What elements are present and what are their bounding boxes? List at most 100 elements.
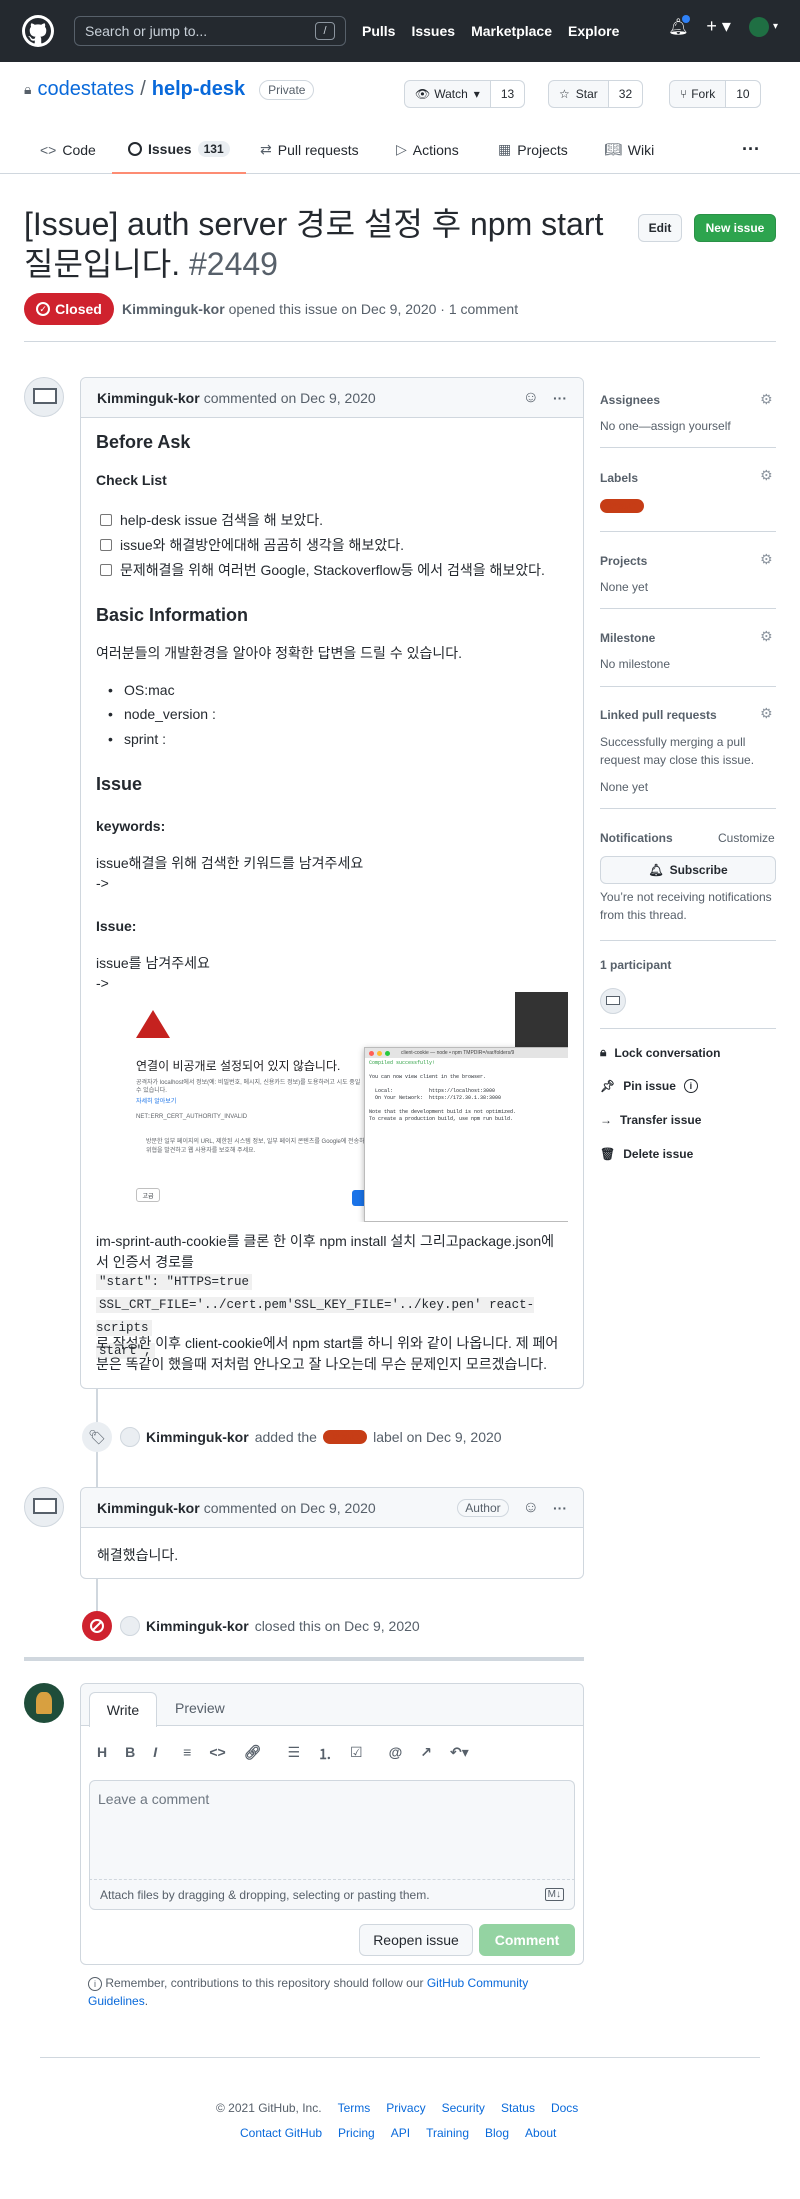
footer-link[interactable]: Pricing bbox=[338, 2126, 375, 2140]
italic-icon[interactable]: I bbox=[153, 1744, 157, 1764]
footer-link[interactable]: About bbox=[525, 2126, 556, 2140]
label-badge[interactable]: Issue bbox=[600, 496, 645, 513]
comment-button[interactable]: Comment bbox=[479, 1924, 575, 1956]
heading-icon[interactable]: H bbox=[97, 1744, 107, 1764]
footer-link[interactable]: API bbox=[391, 2126, 410, 2140]
footer-link[interactable]: Security bbox=[442, 2101, 485, 2115]
kebab-menu-icon[interactable]: ··· bbox=[553, 390, 567, 406]
footer-link[interactable]: Training bbox=[426, 2126, 469, 2140]
avatar[interactable] bbox=[24, 1487, 64, 1527]
issue-author[interactable]: Kimminguk-kor bbox=[122, 301, 225, 317]
kebab-menu-icon[interactable]: ··· bbox=[553, 1500, 567, 1516]
assignees-text[interactable]: No one—assign yourself bbox=[600, 419, 731, 433]
fork-button-group: ⑂ Fork 10 bbox=[669, 80, 761, 108]
repo-name-link[interactable]: help-desk bbox=[152, 78, 245, 101]
watch-label: Watch bbox=[434, 87, 468, 101]
milestone-heading[interactable]: Milestone bbox=[600, 631, 655, 645]
comment-meta: commented on Dec 9, 2020 bbox=[203, 1499, 376, 1516]
github-logo-icon[interactable] bbox=[22, 15, 54, 47]
nav-explore[interactable]: Explore bbox=[568, 23, 619, 39]
smiley-icon[interactable]: ☺ bbox=[523, 1499, 539, 1517]
gear-icon[interactable]: ⚙ bbox=[760, 705, 773, 722]
task-list-icon[interactable]: ☑ bbox=[350, 1744, 363, 1764]
checklist-item: help-desk issue 검색을 해 보았다. bbox=[100, 510, 323, 530]
customize-link[interactable]: Customize bbox=[718, 831, 775, 845]
footer-link[interactable]: Terms bbox=[338, 2101, 371, 2115]
footer-link[interactable]: Docs bbox=[551, 2101, 578, 2115]
event-author[interactable]: Kimminguk-kor bbox=[146, 1429, 249, 1445]
tab-projects[interactable]: ▦ Projects bbox=[498, 125, 568, 174]
comment-author[interactable]: Kimminguk-kor bbox=[97, 1500, 200, 1516]
bold-icon[interactable]: B bbox=[125, 1744, 135, 1764]
watch-button[interactable]: 👁︎ Watch ▾ bbox=[405, 81, 490, 107]
code-icon[interactable]: <> bbox=[209, 1744, 225, 1764]
plus-dropdown-icon[interactable]: + ▾ bbox=[706, 16, 731, 37]
gear-icon[interactable]: ⚙ bbox=[760, 467, 773, 484]
comment-author[interactable]: Kimminguk-kor bbox=[97, 390, 200, 406]
checkbox[interactable] bbox=[100, 564, 112, 576]
mention-icon[interactable]: @ bbox=[389, 1744, 403, 1764]
projects-heading[interactable]: Projects bbox=[600, 554, 647, 568]
comment-textarea[interactable]: Leave a comment bbox=[89, 1780, 575, 1880]
heading-basic-info: Basic Information bbox=[96, 605, 249, 625]
avatar[interactable] bbox=[120, 1616, 140, 1636]
lock-conversation-link[interactable]: 🔒︎ Lock conversation bbox=[600, 1045, 720, 1060]
new-issue-button[interactable]: New issue bbox=[694, 214, 776, 242]
tab-preview[interactable]: Preview bbox=[175, 1700, 225, 1716]
tab-code[interactable]: <> Code bbox=[40, 125, 96, 174]
footer-link[interactable]: Privacy bbox=[386, 2101, 425, 2115]
gear-icon[interactable]: ⚙ bbox=[760, 551, 773, 568]
user-avatar-dropdown[interactable]: ▾ bbox=[748, 16, 778, 37]
gear-icon[interactable]: ⚙ bbox=[760, 628, 773, 645]
footer-link[interactable]: Blog bbox=[485, 2126, 509, 2140]
event-author[interactable]: Kimminguk-kor bbox=[146, 1618, 249, 1634]
footer-link[interactable]: Contact GitHub bbox=[240, 2126, 322, 2140]
linked-prs-heading[interactable]: Linked pull requests bbox=[600, 708, 717, 722]
assignees-heading[interactable]: Assignees bbox=[600, 393, 660, 407]
fork-count[interactable]: 10 bbox=[725, 81, 760, 107]
avatar[interactable] bbox=[24, 1683, 64, 1723]
repo-separator: / bbox=[140, 78, 146, 100]
avatar[interactable] bbox=[120, 1427, 140, 1447]
bell-icon[interactable]: 🔔︎ bbox=[668, 14, 691, 37]
search-input[interactable]: Search or jump to... / bbox=[74, 16, 346, 46]
quote-icon[interactable]: ≡ bbox=[183, 1744, 191, 1764]
nav-pulls[interactable]: Pulls bbox=[362, 23, 395, 39]
delete-issue-link[interactable]: 🗑︎ Delete issue bbox=[600, 1147, 693, 1161]
more-tabs-icon[interactable]: ··· bbox=[742, 125, 760, 174]
tab-actions[interactable]: ▷ Actions bbox=[396, 125, 459, 174]
numbered-list-icon[interactable]: ⒈ bbox=[318, 1744, 332, 1764]
nav-issues[interactable]: Issues bbox=[411, 23, 455, 39]
fork-button[interactable]: ⑂ Fork bbox=[670, 81, 725, 107]
nav-marketplace[interactable]: Marketplace bbox=[471, 23, 552, 39]
reply-icon[interactable]: ↶▾ bbox=[450, 1744, 469, 1764]
link-icon[interactable]: 🔗︎ bbox=[244, 1744, 262, 1764]
transfer-issue-link[interactable]: → Transfer issue bbox=[600, 1113, 701, 1127]
tab-issues[interactable]: Issues 131 bbox=[112, 125, 246, 174]
tab-write[interactable]: Write bbox=[89, 1692, 157, 1727]
smiley-icon[interactable]: ☺ bbox=[523, 389, 539, 407]
subscribe-button[interactable]: 🔔︎ Subscribe bbox=[600, 856, 776, 884]
avatar[interactable] bbox=[24, 377, 64, 417]
pin-issue-link[interactable]: 📌︎ Pin issue i bbox=[600, 1079, 698, 1093]
embedded-screenshot[interactable]: 연결이 비공개로 설정되어 있지 않습니다. 공격자가 localhost에서 … bbox=[126, 992, 568, 1222]
repo-owner-link[interactable]: codestates bbox=[37, 78, 134, 101]
bulleted-list-icon[interactable]: ☰ bbox=[287, 1744, 300, 1764]
watch-count[interactable]: 13 bbox=[489, 81, 525, 107]
attach-files-bar[interactable]: Attach files by dragging & dropping, sel… bbox=[89, 1880, 575, 1910]
checkbox[interactable] bbox=[100, 539, 112, 551]
checkbox[interactable] bbox=[100, 514, 112, 526]
gear-icon[interactable]: ⚙ bbox=[760, 391, 773, 408]
reopen-issue-button[interactable]: Reopen issue bbox=[359, 1924, 473, 1956]
star-button[interactable]: ☆ Star bbox=[549, 81, 608, 107]
paragraph: im-sprint-auth-cookie를 클론 한 이후 npm insta… bbox=[96, 1233, 555, 1270]
footer-link[interactable]: Status bbox=[501, 2101, 535, 2115]
tab-wiki[interactable]: 📖︎ Wiki bbox=[604, 125, 654, 174]
edit-button[interactable]: Edit bbox=[638, 214, 682, 242]
star-count[interactable]: 32 bbox=[607, 81, 643, 107]
avatar[interactable] bbox=[600, 988, 626, 1014]
cross-reference-icon[interactable]: ↗ bbox=[420, 1744, 432, 1764]
label-badge[interactable]: Issue bbox=[322, 1430, 368, 1444]
labels-heading[interactable]: Labels bbox=[600, 471, 638, 485]
tab-pull-requests[interactable]: ⇄ Pull requests bbox=[260, 125, 359, 174]
